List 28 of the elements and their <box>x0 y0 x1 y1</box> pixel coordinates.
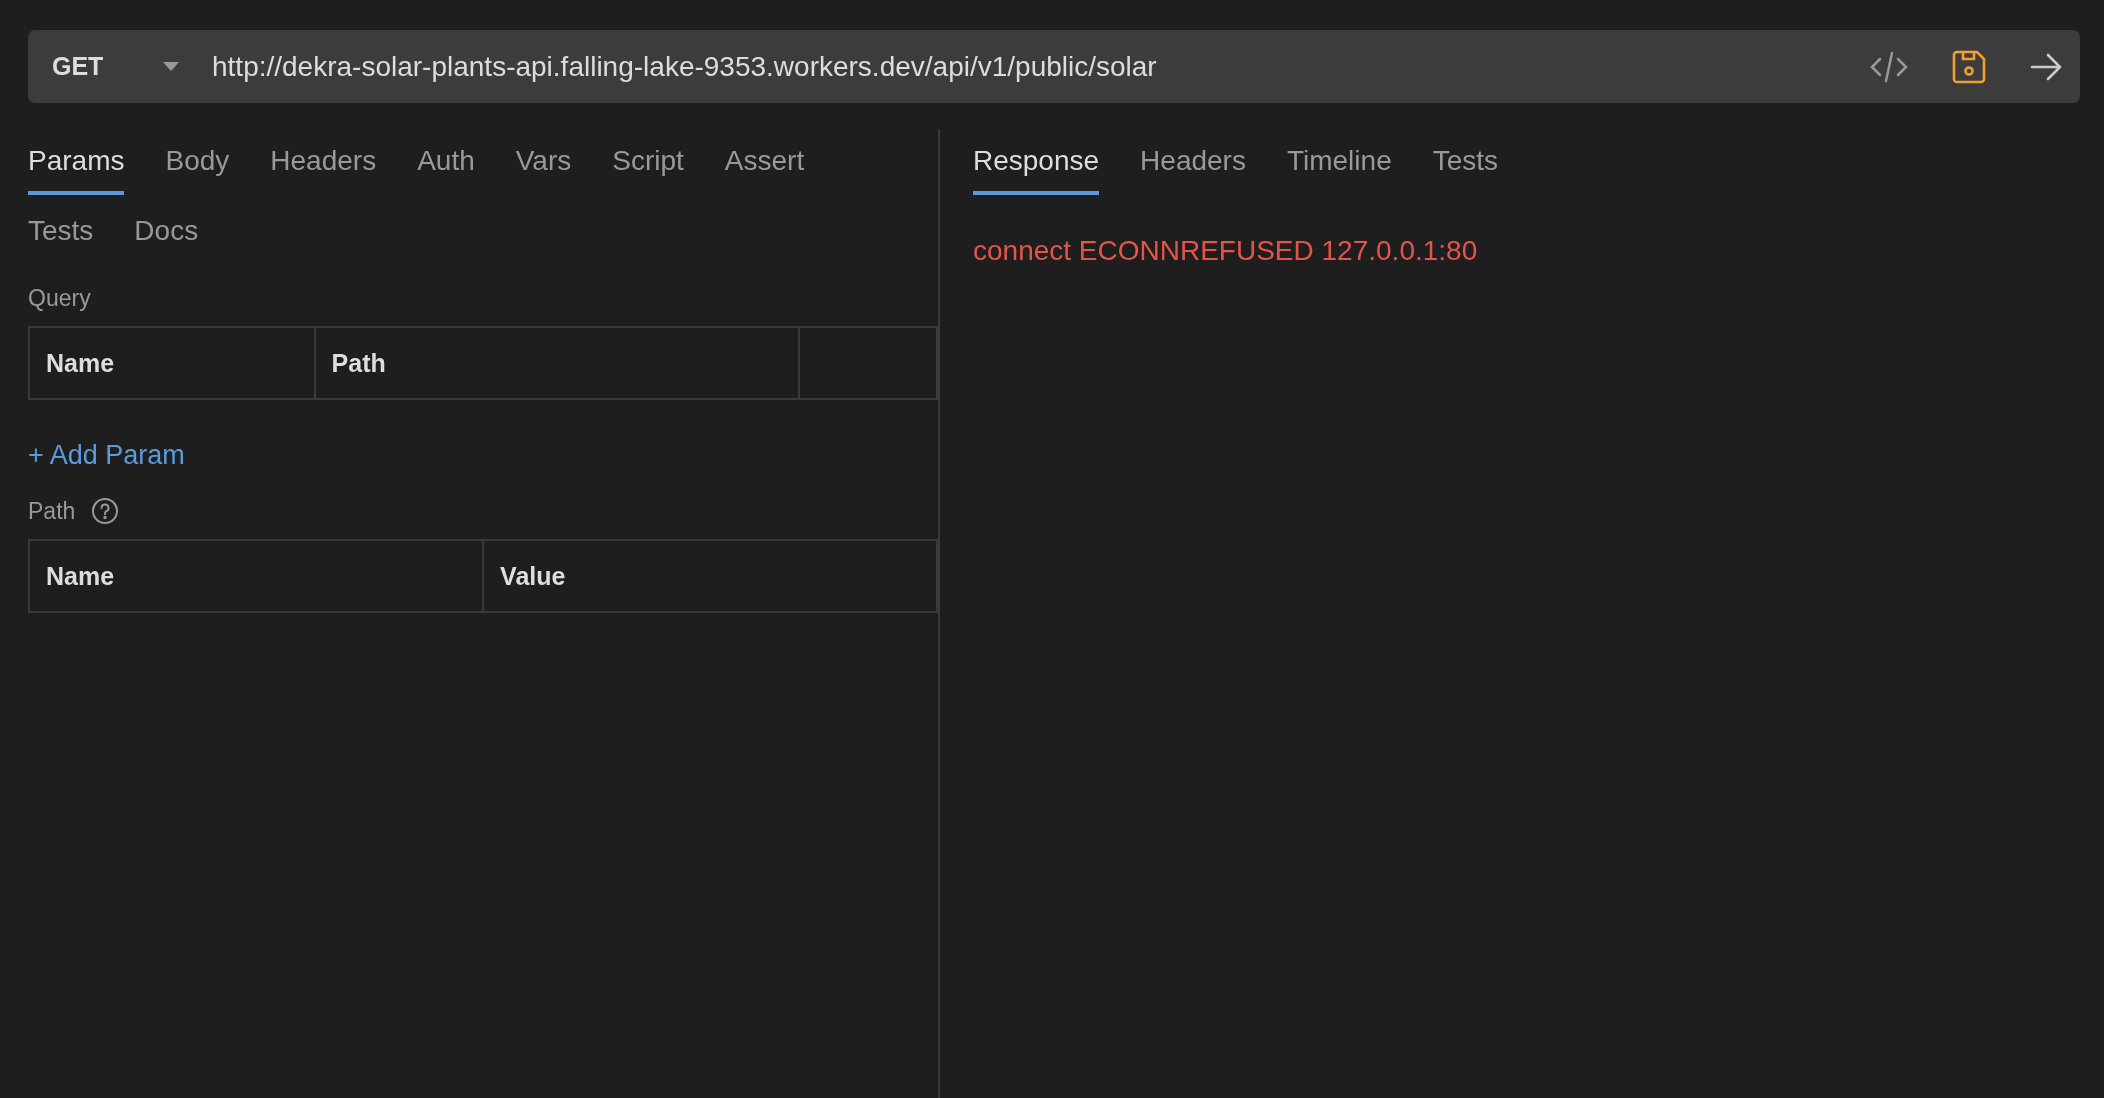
column-header: Value <box>483 540 937 612</box>
tab[interactable]: Docs <box>134 199 199 265</box>
code-icon[interactable] <box>1870 49 1908 84</box>
tab[interactable]: Vars <box>515 129 572 195</box>
method-dropdown[interactable]: GET <box>52 52 212 81</box>
send-arrow-icon[interactable] <box>2030 52 2062 81</box>
tab[interactable]: Tests <box>28 199 94 265</box>
tab[interactable]: Assert <box>724 129 805 195</box>
error-message: connect ECONNREFUSED 127.0.0.1:80 <box>973 235 1479 267</box>
add-param-link[interactable]: + Add Param <box>28 440 185 471</box>
tab[interactable]: Response <box>973 129 1100 195</box>
tab[interactable]: Script <box>612 129 684 195</box>
tab[interactable]: Headers <box>270 129 377 195</box>
tab[interactable]: Timeline <box>1286 129 1392 195</box>
column-header: Path <box>314 327 799 399</box>
tab[interactable]: Params <box>28 129 125 195</box>
tab[interactable]: Auth <box>417 129 475 195</box>
tab[interactable]: Headers <box>1140 129 1246 195</box>
section-label: Query <box>28 285 92 312</box>
caret-icon <box>163 61 180 72</box>
save-icon[interactable] <box>1952 49 1986 84</box>
section-label: Path <box>28 497 76 525</box>
column-header: Name <box>29 327 315 399</box>
url-field[interactable]: http://dekra-solar-plants-api.falling-lake-9353.workers.dev/api/v1/public/solar <box>212 50 1870 83</box>
help-icon[interactable] <box>91 497 120 525</box>
column-header: Name <box>29 540 484 612</box>
tab[interactable]: Body <box>165 129 230 195</box>
tab[interactable]: Tests <box>1432 129 1499 195</box>
